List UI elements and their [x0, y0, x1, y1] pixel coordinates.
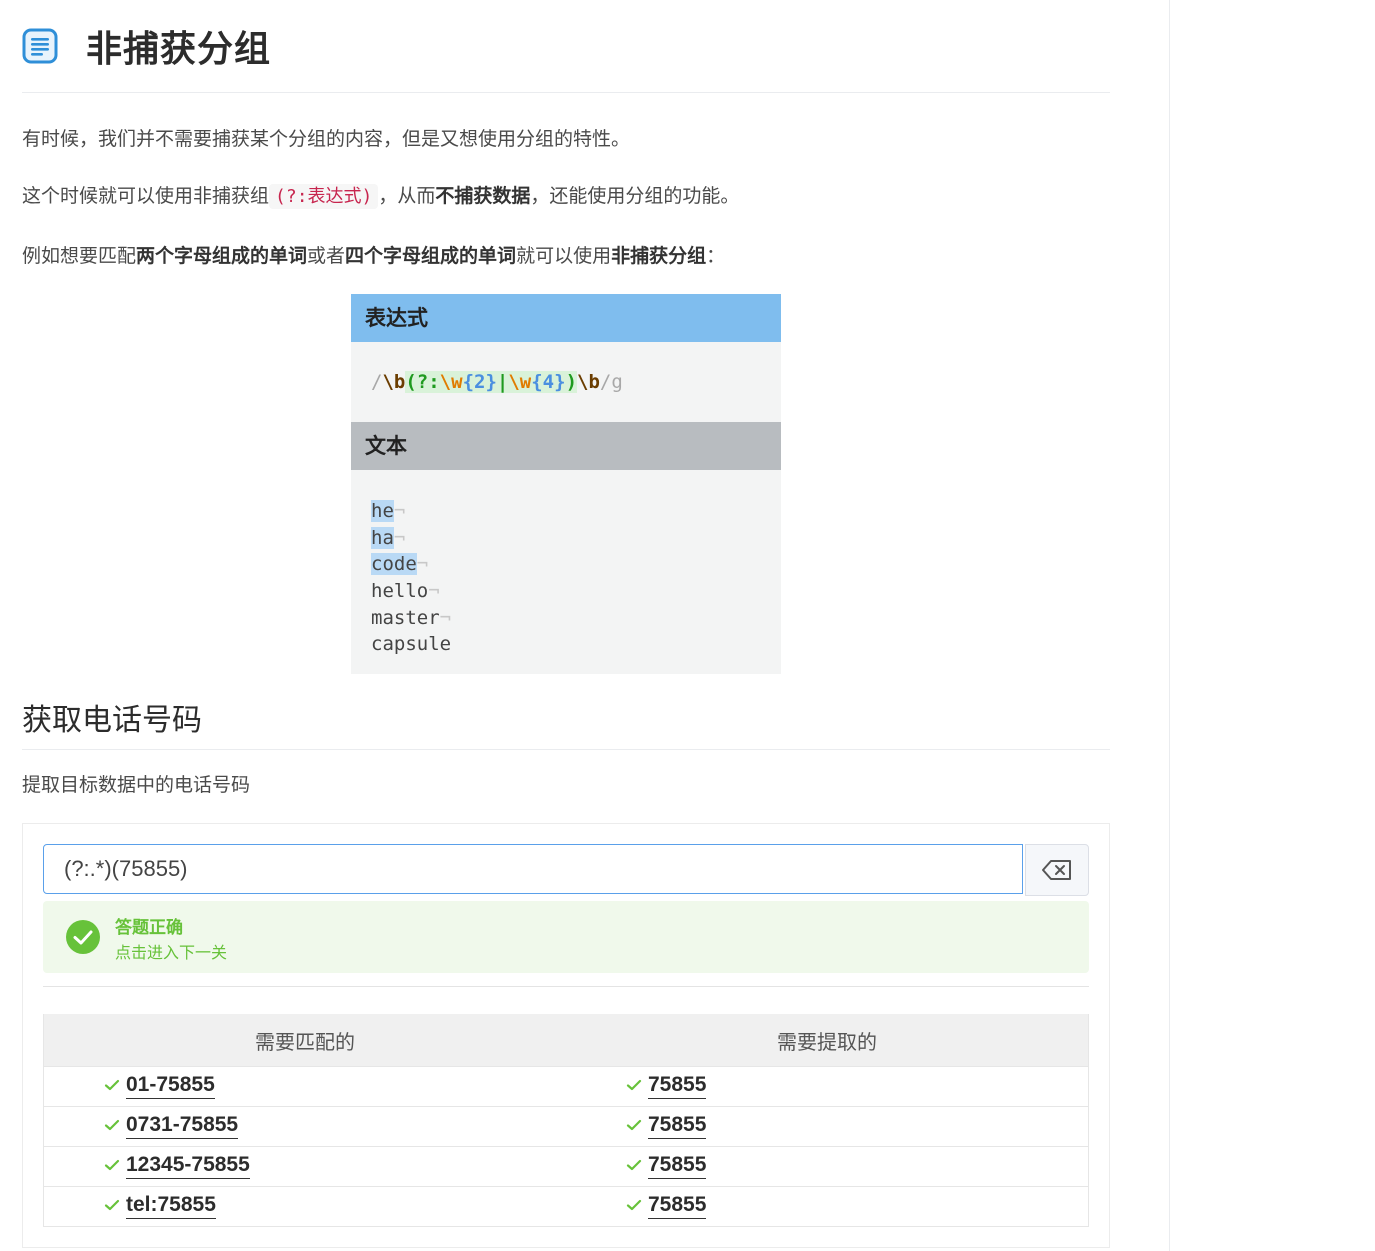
text-line: ha¬ — [371, 525, 781, 552]
newline-symbol: ¬ — [393, 500, 406, 522]
match-cell: tel:75855 — [44, 1187, 566, 1226]
regex-input[interactable] — [43, 844, 1023, 894]
regex-token: ) — [565, 371, 578, 393]
heading-divider — [22, 92, 1110, 93]
check-icon — [104, 1079, 120, 1091]
newline-symbol: ¬ — [393, 526, 406, 549]
document-icon — [22, 28, 58, 64]
unmatched-word: hello — [371, 580, 429, 603]
text-fragment: ，从而 — [378, 185, 436, 207]
extract-value: 75855 — [648, 1112, 707, 1139]
extract-cell: 75855 — [566, 1147, 1088, 1186]
text-line: hello¬ — [371, 578, 781, 605]
test-cases-table: 需要匹配的 需要提取的 01-75855 75855 0731-75855 75… — [43, 1014, 1089, 1227]
bold-text: 两个字母组成的单词 — [136, 245, 308, 267]
text-fragment: 就可以使用 — [516, 245, 612, 267]
match-cell: 0731-75855 — [44, 1107, 566, 1146]
regex-illustration: 表达式 /\b(?:\w{2}|\w{4})\b/g 文本 he¬ ha¬ co… — [351, 294, 781, 674]
bold-text: 非捕获分组 — [611, 245, 707, 267]
extract-value: 75855 — [648, 1152, 707, 1179]
inline-code: (?:表达式) — [269, 184, 379, 209]
exercise-panel: 答题正确 点击进入下一关 需要匹配的 需要提取的 01-75855 75855 — [22, 823, 1110, 1248]
intro-paragraph: 有时候，我们并不需要捕获某个分组的内容，但是又想使用分组的特性。 — [22, 128, 631, 150]
section-description: 提取目标数据中的电话号码 — [22, 774, 251, 796]
page-title: 非捕获分组 — [86, 29, 272, 70]
table-header: 需要匹配的 需要提取的 — [44, 1014, 1088, 1066]
regex-token: / — [371, 371, 383, 393]
regex-token: \w — [439, 371, 463, 393]
section-divider — [22, 749, 1110, 750]
check-icon — [626, 1199, 642, 1211]
match-cell: 12345-75855 — [44, 1147, 566, 1186]
example-paragraph: 例如想要匹配两个字母组成的单词或者四个字母组成的单词就可以使用非捕获分组： — [22, 241, 725, 271]
newline-symbol: ¬ — [428, 580, 440, 603]
sidebar-divider — [1169, 0, 1170, 1251]
column-header-match: 需要匹配的 — [255, 1030, 355, 1054]
regex-token: g — [611, 371, 623, 393]
match-value: 0731-75855 — [126, 1112, 239, 1139]
text-fragment: 或者 — [307, 245, 346, 267]
next-level-link[interactable]: 点击进入下一关 — [115, 939, 227, 963]
text-fragment: 例如想要匹配 — [22, 245, 137, 267]
bold-text: 四个字母组成的单词 — [345, 245, 517, 267]
matched-word: he — [371, 500, 394, 522]
matched-word: ha — [371, 526, 394, 549]
regex-token: / — [599, 371, 612, 393]
extract-cell: 75855 — [566, 1107, 1088, 1146]
text-line: master¬ — [371, 605, 781, 632]
text-fragment: 这个时候就可以使用非捕获组 — [22, 185, 270, 207]
table-row: 0731-75855 75855 — [44, 1106, 1088, 1146]
regex-token: (?: — [405, 371, 440, 393]
text-line: capsule — [371, 631, 781, 658]
regex-token: {4} — [531, 371, 566, 393]
text-header: 文本 — [351, 422, 781, 470]
table-row: 12345-75855 75855 — [44, 1146, 1088, 1186]
unmatched-word: capsule — [371, 633, 452, 656]
unmatched-word: master — [371, 606, 440, 629]
check-icon — [104, 1199, 120, 1211]
section-heading: 非捕获分组 — [22, 18, 1110, 74]
regex-token: \b — [382, 371, 406, 393]
regex-token: \w — [508, 371, 532, 393]
check-icon — [104, 1159, 120, 1171]
clear-button[interactable] — [1025, 844, 1089, 896]
text-line: he¬ — [371, 498, 781, 525]
text-fragment: ，还能使用分组的功能。 — [530, 185, 740, 207]
match-cell: 01-75855 — [44, 1067, 566, 1106]
sample-text: he¬ ha¬ code¬ hello¬ master¬ capsule — [351, 470, 781, 658]
result-alert: 答题正确 点击进入下一关 — [43, 901, 1089, 973]
text-line: code¬ — [371, 551, 781, 578]
match-value: 12345-75855 — [126, 1152, 250, 1179]
regex-token: | — [496, 371, 509, 393]
extract-value: 75855 — [648, 1072, 707, 1099]
extract-value: 75855 — [648, 1192, 707, 1219]
newline-symbol: ¬ — [439, 606, 452, 629]
match-value: tel:75855 — [126, 1192, 216, 1219]
expression-header: 表达式 — [351, 294, 781, 342]
newline-symbol: ¬ — [416, 553, 429, 576]
non-capture-paragraph: 这个时候就可以使用非捕获组 (?:表达式) ，从而不捕获数据，还能使用分组的功能。 — [22, 181, 739, 212]
check-icon — [626, 1119, 642, 1131]
extract-cell: 75855 — [566, 1067, 1088, 1106]
regex-token: \b — [577, 371, 600, 393]
extract-cell: 75855 — [566, 1187, 1088, 1226]
check-icon — [626, 1079, 642, 1091]
check-icon — [626, 1159, 642, 1171]
regex-expression: /\b(?:\w{2}|\w{4})\b/g — [351, 342, 781, 422]
check-icon — [104, 1119, 120, 1131]
section-title: 获取电话号码 — [22, 703, 202, 738]
regex-token: {2} — [462, 371, 497, 393]
panel-divider — [43, 986, 1089, 987]
backspace-icon — [1042, 860, 1071, 880]
match-value: 01-75855 — [126, 1072, 215, 1099]
matched-word: code — [371, 553, 417, 576]
check-circle-icon — [66, 920, 100, 954]
table-row: tel:75855 75855 — [44, 1186, 1088, 1226]
bold-text: 不捕获数据 — [435, 185, 531, 207]
text-fragment: ： — [706, 245, 726, 267]
result-title: 答题正确 — [115, 918, 183, 938]
column-header-extract: 需要提取的 — [777, 1030, 877, 1054]
table-row: 01-75855 75855 — [44, 1066, 1088, 1106]
